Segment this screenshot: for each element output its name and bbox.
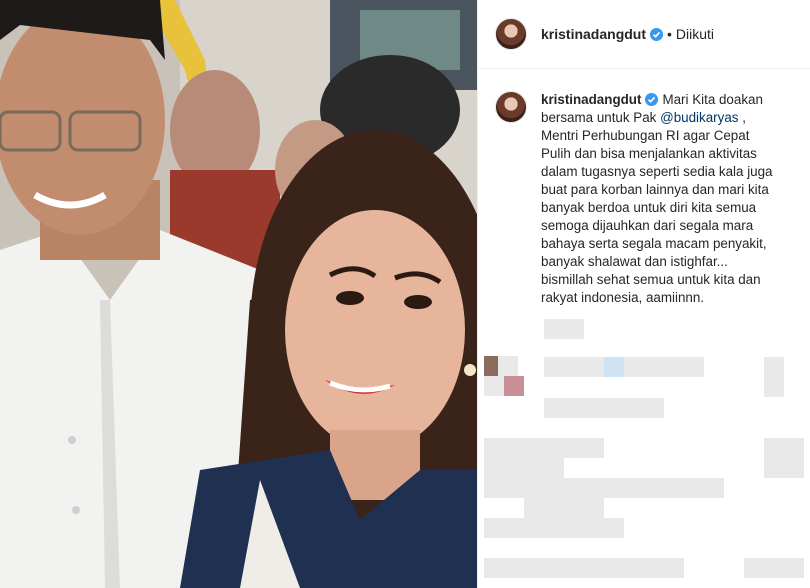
censored-block (624, 357, 704, 377)
post-photo[interactable] (0, 0, 477, 588)
profile-avatar[interactable] (495, 18, 527, 50)
censored-block (484, 478, 724, 498)
censored-avatar (498, 356, 518, 376)
caption-text: kristinadangdut Mari Kita doakan bersama … (541, 91, 791, 307)
caption-line: buat para korban lainnya dan mari kita (541, 182, 769, 197)
mention-link[interactable]: @budikaryas (660, 110, 738, 125)
caption-line: semoga dijauhkan dari segala mara (541, 218, 754, 233)
post-photo-image (0, 0, 477, 588)
caption-line-text: Mari Kita doakan (662, 92, 763, 107)
censored-avatar (484, 356, 498, 376)
follow-status-button[interactable]: Diikuti (676, 26, 714, 42)
censored-block (544, 357, 604, 377)
post-sidebar: kristinadangdut • Diikuti kristinadangdu… (477, 0, 810, 588)
censored-avatar (484, 376, 504, 396)
censored-block (604, 357, 624, 377)
caption-line: Pulih dan bisa menjalankan aktivitas (541, 146, 757, 161)
caption-line-text: bersama untuk Pak (541, 110, 657, 125)
censored-block (764, 438, 804, 458)
caption-avatar[interactable] (495, 91, 527, 123)
caption-line: bahaya serta segala macam penyakit, (541, 236, 767, 251)
censored-block (484, 458, 564, 478)
censored-block (744, 558, 804, 578)
verified-badge-icon (645, 93, 659, 106)
censored-block (484, 438, 604, 458)
censored-block (764, 377, 784, 397)
caption-line: kristinadangdut Mari Kita doakan (541, 91, 791, 109)
censored-block (484, 518, 624, 538)
caption-username[interactable]: kristinadangdut (541, 92, 641, 107)
censored-block (524, 498, 604, 518)
caption-line: bismillah sehat semua untuk kita dan (541, 272, 761, 287)
censored-block (484, 558, 684, 578)
censored-block (544, 398, 664, 418)
censored-block (544, 319, 584, 339)
header-username[interactable]: kristinadangdut (541, 26, 646, 42)
censored-block (764, 357, 784, 377)
caption-line-text: , (738, 110, 746, 125)
caption-line: rakyat indonesia, aamiinnn. (541, 290, 705, 305)
caption-line: banyak berdoa untuk diri kita semua (541, 200, 757, 215)
censored-avatar (504, 376, 524, 396)
header-separator: • (667, 26, 672, 42)
verified-badge-icon (650, 27, 664, 41)
caption-line: Mentri Perhubungan RI agar Cepat (541, 128, 750, 143)
censored-block (764, 458, 804, 478)
caption-line: bersama untuk Pak @budikaryas , (541, 109, 791, 127)
caption-line: dalam tugasnya seperti sedia kala juga (541, 164, 773, 179)
post-caption: kristinadangdut Mari Kita doakan bersama … (495, 91, 795, 307)
caption-line: banyak shalawat dan istighfar... (541, 254, 728, 269)
post-header: kristinadangdut • Diikuti (478, 0, 810, 69)
